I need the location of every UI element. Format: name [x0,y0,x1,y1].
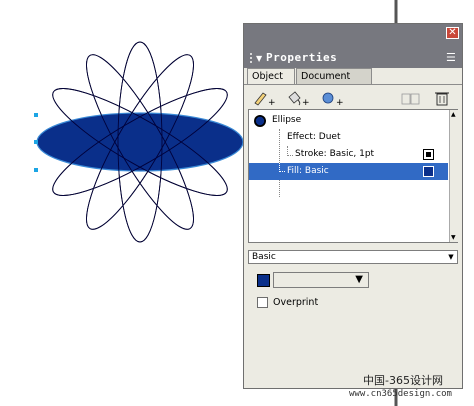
watermark-title: 中国-365设计网 [363,374,443,387]
list-item-stroke[interactable]: Stroke: Basic, 1pt [249,146,448,163]
stroke-label: Stroke: Basic, 1pt [295,149,375,159]
chevron-down-icon[interactable]: ▼ [355,274,363,285]
tab-document[interactable]: Document [296,68,372,84]
panel-titlebar[interactable]: ✕ ▼ Properties ☰ [244,24,462,68]
close-button[interactable]: ✕ [446,27,459,39]
effect-label: Effect: Duet [287,132,341,142]
properties-panel: ✕ ▼ Properties ☰ Object Document + + + E… [243,23,463,389]
scroll-up-icon[interactable]: ▲ [451,111,456,118]
panel-menu-icon[interactable]: ☰ [446,51,456,64]
tree-line [287,155,293,157]
handle-mid-left [34,140,38,144]
fill-type-dropdown[interactable]: Basic ▼ [248,250,458,264]
fill-color-chip[interactable] [257,274,270,287]
handle-bottom-left [34,168,38,172]
color-picker-dropdown[interactable]: ▼ [273,272,369,288]
watermark-url: www.cn365design.com [349,389,452,399]
overprint-checkbox[interactable] [257,297,268,308]
handle-top-left [34,113,38,117]
scroll-down-icon[interactable]: ▼ [451,234,456,241]
object-name: Ellipse [272,115,302,125]
stroke-color-swatch[interactable] [423,149,434,160]
drag-grip[interactable] [250,53,255,63]
list-item-object[interactable]: Ellipse [249,112,448,129]
delete-button[interactable] [430,88,460,108]
bucket-plus-icon: + [288,91,310,108]
selected-ellipse[interactable] [36,112,244,172]
attributes-list: Ellipse Effect: Duet Stroke: Basic, 1pt … [248,109,459,243]
add-stroke-button[interactable]: + [252,88,282,108]
svg-text:+: + [336,98,344,108]
attributes-toolbar: + + + [248,88,460,108]
ellipse-object-icon [254,115,266,127]
add-effect-button[interactable]: + [320,88,350,108]
list-scrollbar[interactable]: ▲ ▼ [449,110,459,242]
sphere-plus-icon: + [322,92,344,108]
fill-label: Fill: Basic [287,166,329,176]
fill-color-swatch[interactable] [423,166,434,177]
svg-text:+: + [268,98,276,108]
duplicate-icon [401,93,420,105]
trash-icon [435,92,449,106]
selection-handles[interactable] [34,113,38,172]
svg-text:+: + [302,98,310,108]
tab-object[interactable]: Object [247,68,295,85]
duplicate-button[interactable] [400,88,430,108]
overprint-label: Overprint [273,297,319,308]
chevron-down-icon[interactable]: ▼ [446,252,456,262]
tree-line [279,171,285,173]
fill-type-value: Basic [252,252,276,262]
pen-plus-icon: + [254,92,276,108]
add-fill-button[interactable]: + [286,88,316,108]
collapse-arrow-icon[interactable]: ▼ [256,54,262,63]
list-item-fill[interactable]: Fill: Basic [249,163,448,180]
panel-title: Properties [266,51,338,64]
list-item-effect[interactable]: Effect: Duet [249,129,448,197]
tab-divider [244,84,462,85]
